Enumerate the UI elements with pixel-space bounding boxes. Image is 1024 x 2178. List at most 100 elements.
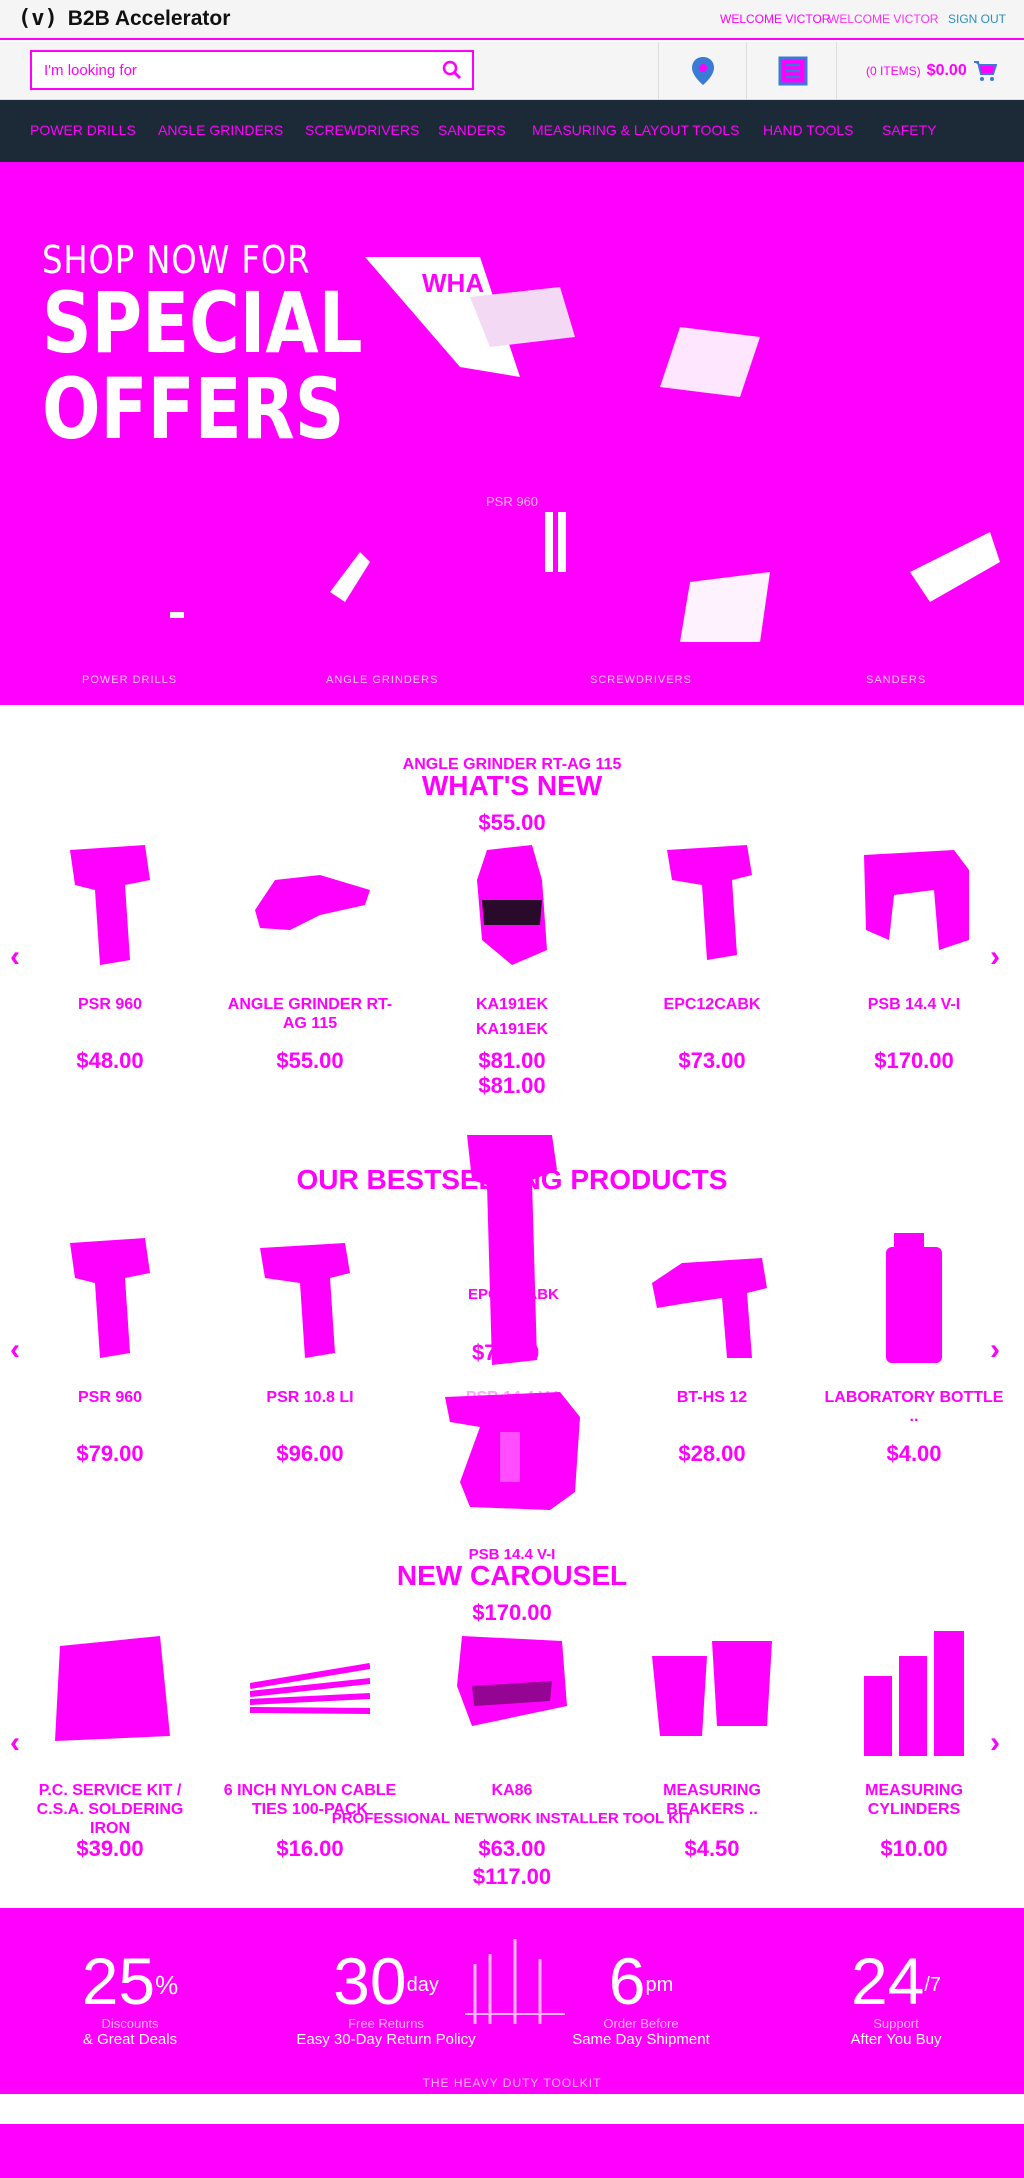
benefit-caption: Same Day Shipment xyxy=(572,2031,710,2048)
benefit-discounts: 25% Discounts & Great Deals xyxy=(60,1946,200,2048)
product-price: $96.00 xyxy=(276,1441,344,1466)
product-name[interactable]: PSB 14.4 V-I xyxy=(824,995,1004,1014)
benefit-shipment: 6pm Order Before Same Day Shipment xyxy=(566,1946,716,2048)
search-row: (0 ITEMS) $0.00 xyxy=(0,42,1024,100)
sander-icon xyxy=(457,1636,567,1726)
product-name[interactable]: BT-HS 12 xyxy=(622,1388,802,1407)
hover-product-price: $117.00 xyxy=(472,1864,552,1889)
top-bar: (v) B2B Accelerator WELCOME VICTOR WELCO… xyxy=(0,0,1024,40)
footer-band xyxy=(0,2124,1024,2178)
product-name[interactable]: LABORATORY BOTTLE .. xyxy=(824,1388,1004,1426)
whats-new-next-arrow[interactable]: › xyxy=(990,940,1000,974)
welcome-text-overlap[interactable]: WELCOME VICTOR xyxy=(828,12,938,26)
hero-category-power-drills[interactable]: POWER DRILLS xyxy=(82,674,177,686)
nav-power-drills[interactable]: POWER DRILLS xyxy=(30,122,136,138)
divider xyxy=(658,42,659,100)
benefit-suffix: /7 xyxy=(924,1974,942,1996)
cart-total: $0.00 xyxy=(926,62,967,79)
bestselling-next-arrow[interactable]: › xyxy=(990,1333,1000,1367)
angle-grinder-icon xyxy=(255,875,370,930)
nav-sanders[interactable]: SANDERS xyxy=(438,122,506,138)
logo[interactable]: (v) B2B Accelerator xyxy=(18,6,230,31)
benefit-label: Order Before xyxy=(603,2016,679,2031)
cart-icon xyxy=(973,61,997,81)
product-name[interactable]: PSR 10.8 LI xyxy=(220,1388,400,1407)
store-locator-icon[interactable] xyxy=(690,56,716,86)
nav-angle-grinders[interactable]: ANGLE GRINDERS xyxy=(158,122,283,138)
category-nav: POWER DRILLS ANGLE GRINDERS SCREWDRIVERS… xyxy=(0,100,1024,162)
product-name[interactable]: KA86 xyxy=(422,1781,602,1800)
divider xyxy=(836,42,837,100)
hero-category-graphics xyxy=(170,532,1000,642)
product-name[interactable]: PSR 960 xyxy=(20,995,200,1014)
mini-cart[interactable]: (0 ITEMS) $0.00 xyxy=(866,60,997,82)
product-price: $73.00 xyxy=(678,1048,746,1073)
sander-icon xyxy=(477,845,547,965)
band-faint-text: THE HEAVY DUTY TOOLKIT xyxy=(422,2076,602,2090)
product-price: $79.00 xyxy=(76,1441,144,1466)
hero-faint-model: PSR 960 xyxy=(486,494,539,509)
product-price: $48.00 xyxy=(76,1048,144,1073)
nav-measuring-layout-tools[interactable]: MEASURING & LAYOUT TOOLS xyxy=(532,122,739,138)
product-price: $16.00 xyxy=(276,1836,344,1861)
product-price: $39.00 xyxy=(76,1836,144,1861)
hero-banner[interactable]: SHOP NOW FOR SPECIAL OFFERS WHA PSR 960 … xyxy=(0,162,1024,705)
new-carousel-prev-arrow[interactable]: ‹ xyxy=(10,1726,20,1760)
bestselling-prev-arrow[interactable]: ‹ xyxy=(10,1333,20,1367)
product-name[interactable]: EPC12CABK xyxy=(622,995,802,1014)
benefits-band: 25% Discounts & Great Deals 30day Free R… xyxy=(0,1908,1024,2094)
nav-hand-tools[interactable]: HAND TOOLS xyxy=(763,122,854,138)
drill-icon xyxy=(452,1233,572,1363)
hero-category-screwdrivers[interactable]: SCREWDRIVERS xyxy=(590,674,692,686)
hover-product-price: $55.00 xyxy=(478,810,546,835)
product-name[interactable]: KA191EK xyxy=(422,995,602,1014)
product-name-duplicate: KA191EK xyxy=(475,1021,549,1038)
hero-category-sanders[interactable]: SANDERS xyxy=(866,674,926,686)
benefit-label: Support xyxy=(873,2016,919,2031)
cart-item-count: (0 ITEMS) xyxy=(866,64,921,78)
whats-new-prev-arrow[interactable]: ‹ xyxy=(10,940,20,974)
product-price: $170.00 xyxy=(874,1048,954,1073)
benefit-suffix: day xyxy=(406,1974,439,1996)
hero-overlap-title: WHA xyxy=(422,268,485,298)
hammer-drill-icon xyxy=(864,850,969,950)
hero-title-line-1: SPECIAL xyxy=(42,274,363,372)
benefit-number: 24 xyxy=(850,1944,925,2018)
benefit-label: Discounts xyxy=(101,2016,159,2031)
product-price: $10.00 xyxy=(880,1836,948,1861)
nav-safety[interactable]: SAFETY xyxy=(882,122,936,138)
nav-screwdrivers[interactable]: SCREWDRIVERS xyxy=(305,122,419,138)
drill-icon xyxy=(70,845,150,965)
bottle-icon xyxy=(886,1233,942,1363)
quick-order-list-icon[interactable] xyxy=(778,56,808,86)
product-price: $4.00 xyxy=(886,1441,942,1466)
benefit-support: 24/7 Support After You Buy xyxy=(826,1946,966,2048)
cable-ties-icon xyxy=(250,1663,370,1714)
bestselling-title: OUR BESTSELLING PRODUCTS xyxy=(296,1164,728,1195)
product-name[interactable]: PSR 960 xyxy=(20,1388,200,1407)
product-price-duplicate: $81.00 xyxy=(478,1073,546,1098)
hover-product-name-2: PROFESSIONAL NETWORK INSTALLER TOOL KIT xyxy=(331,1810,693,1827)
hero-category-angle-grinders[interactable]: ANGLE GRINDERS xyxy=(326,674,438,686)
product-price: $81.00 xyxy=(478,1048,546,1073)
drill-icon xyxy=(260,1243,350,1358)
product-price: $28.00 xyxy=(678,1441,746,1466)
logo-mark: (v) xyxy=(18,6,58,31)
cylinders-icon xyxy=(864,1631,964,1756)
search-icon[interactable] xyxy=(442,60,462,80)
search-input[interactable] xyxy=(32,52,432,88)
benefit-caption: After You Buy xyxy=(850,2031,942,2048)
new-carousel-next-arrow[interactable]: › xyxy=(990,1726,1000,1760)
beakers-icon xyxy=(652,1641,772,1736)
benefit-caption: & Great Deals xyxy=(82,2031,178,2048)
welcome-text: WELCOME VICTOR xyxy=(720,12,831,26)
drill-icon xyxy=(70,1238,150,1358)
impact-wrench-icon xyxy=(652,1258,767,1358)
sign-out-link[interactable]: SIGN OUT xyxy=(948,12,1006,26)
benefit-number: 6 xyxy=(608,1944,646,2018)
benefit-caption: Easy 30-Day Return Policy xyxy=(296,2031,476,2048)
product-name[interactable]: ANGLE GRINDER RT-AG 115 xyxy=(220,995,400,1033)
hero-title-line-2: OFFERS xyxy=(42,360,345,458)
drill-icon xyxy=(667,845,752,960)
hover-product-price: $170.00 xyxy=(472,1600,552,1625)
